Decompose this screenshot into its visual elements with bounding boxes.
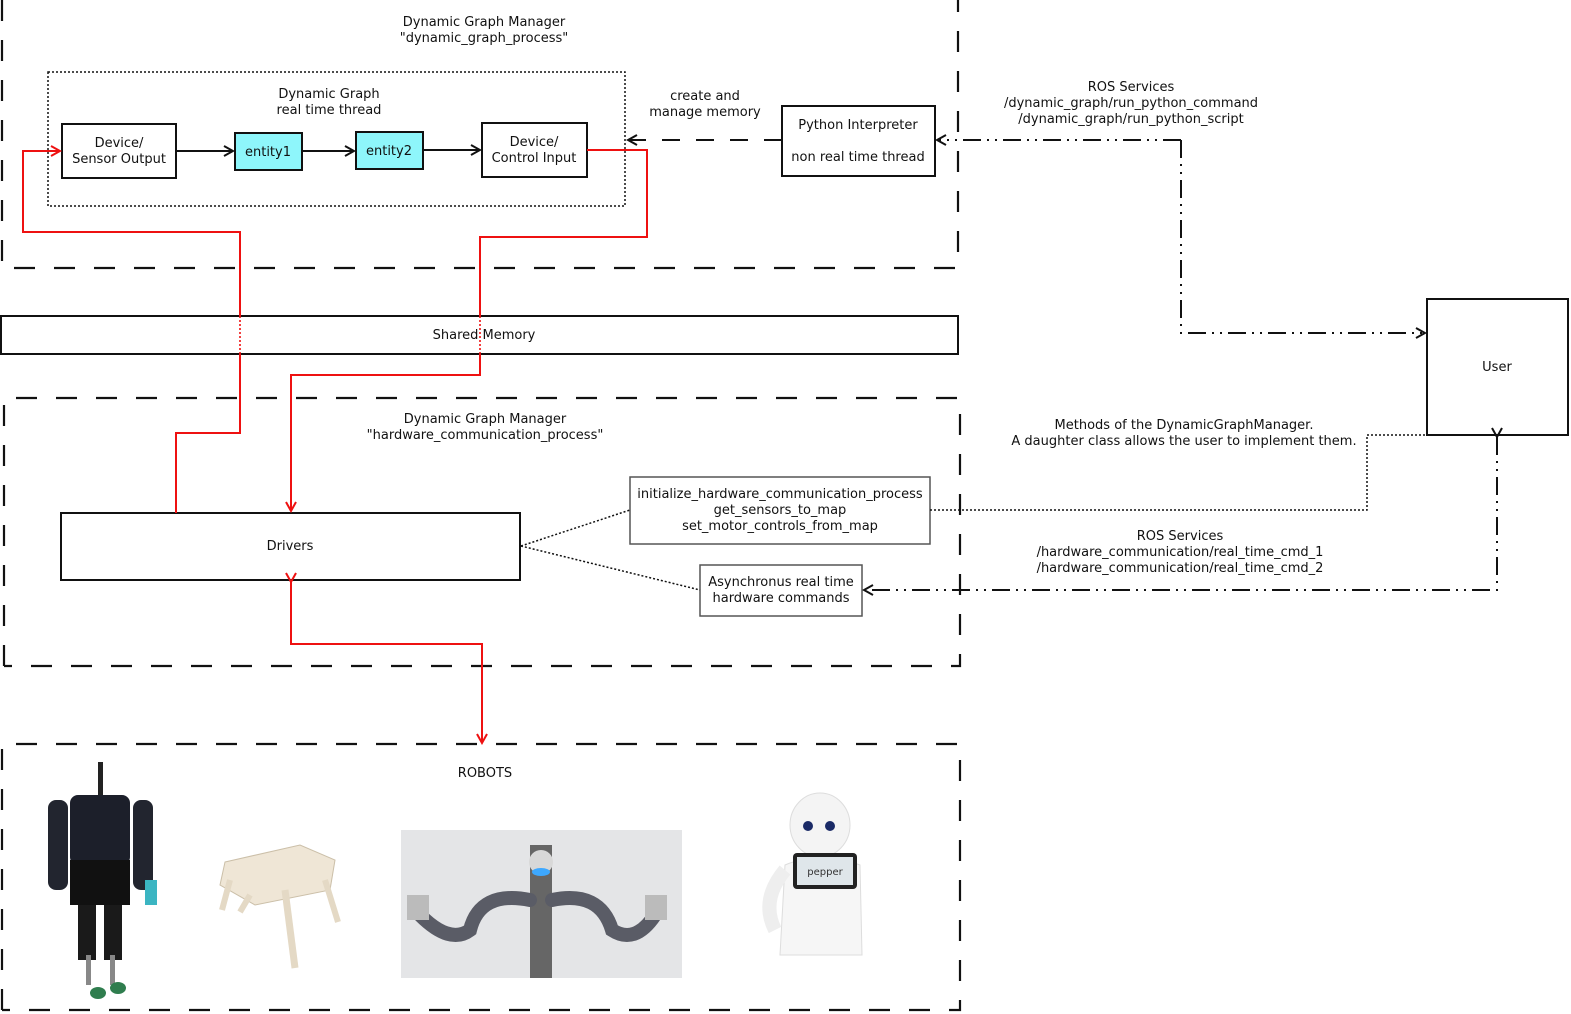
robots-container: ROBOTS pepper [0,742,962,1012]
ros-service-2: /hardware_communication/real_time_cmd_2 [1037,561,1324,576]
hardware-communication-process-container: Dynamic Graph Manager "hardware_communic… [2,396,962,668]
method-label: set_motor_controls_from_map [682,519,878,534]
dual-arm-robot-image [401,830,682,978]
device-control-input-node[interactable]: Device/ Control Input [481,122,588,178]
node-label: Control Input [492,151,577,166]
humanoid-robot-image [48,762,157,999]
entity1-node[interactable]: entity1 [234,132,303,171]
memory-label: manage memory [649,105,761,120]
process-name: "dynamic_graph_process" [400,31,569,46]
async-label: Asynchronus real time [708,575,854,590]
ros-service-2: /dynamic_graph/run_python_script [1018,112,1243,127]
quadruped-robot-image [219,844,341,969]
flow-drivers-up [175,354,241,513]
user-label: User [1482,360,1512,375]
edge-ros-to-user [1180,140,1425,333]
ros-service-1: /dynamic_graph/run_python_command [1004,96,1258,111]
ros-services-top: ROS Services /dynamic_graph/run_python_c… [937,80,1425,333]
node-label: Sensor Output [72,152,166,167]
process-name: "hardware_communication_process" [367,428,604,443]
methods-note: Methods of the DynamicGraphManager. A da… [930,418,1427,511]
method-label: get_sensors_to_map [714,503,847,518]
hardware-methods-node[interactable]: initialize_hardware_communication_proces… [629,476,931,545]
architecture-diagram: Dynamic Graph Manager "dynamic_graph_pro… [0,0,1569,1012]
drivers-label: Drivers [267,539,314,554]
rt-thread-subtitle: real time thread [277,103,382,118]
robots-title: ROBOTS [458,766,512,781]
ros-service-1: /hardware_communication/real_time_cmd_1 [1037,545,1324,560]
process-title: Dynamic Graph Manager [403,15,566,30]
ros-label: ROS Services [1088,80,1175,95]
note-line: A daughter class allows the user to impl… [1011,434,1356,449]
edge-drivers-to-methods [520,509,631,547]
ros-label: ROS Services [1137,529,1224,544]
rt-thread-title: Dynamic Graph [278,87,379,102]
pepper-screen-text: pepper [807,867,843,878]
entity2-node[interactable]: entity2 [355,131,424,170]
shared-memory-label: Shared Memory [433,328,536,343]
data-flow-lines [22,150,648,743]
method-label: initialize_hardware_communication_proces… [637,487,923,502]
async-label: hardware commands [712,591,849,606]
node-label: entity2 [366,144,412,159]
drivers-node[interactable]: Drivers [60,512,521,581]
note-line: Methods of the DynamicGraphManager. [1055,418,1314,433]
python-interpreter-node[interactable]: Python Interpreter non real time thread [781,105,936,177]
pepper-robot-image: pepper [762,792,863,956]
flow-drivers-robots [291,582,482,743]
node-label: non real time thread [791,150,924,165]
memory-label: create and [670,89,740,104]
node-label: Device/ [510,135,559,150]
edge-drivers-to-async [520,545,701,591]
device-sensor-output-node[interactable]: Device/ Sensor Output [61,123,177,179]
process-title: Dynamic Graph Manager [404,412,567,427]
node-label: Device/ [95,136,144,151]
dynamic-graph-process-container: Dynamic Graph Manager "dynamic_graph_pro… [0,0,960,270]
async-commands-node[interactable]: Asynchronus real time hardware commands [699,564,863,617]
node-label: entity1 [245,145,291,160]
node-label: Python Interpreter [798,118,918,133]
user-node[interactable]: User [1426,298,1569,436]
